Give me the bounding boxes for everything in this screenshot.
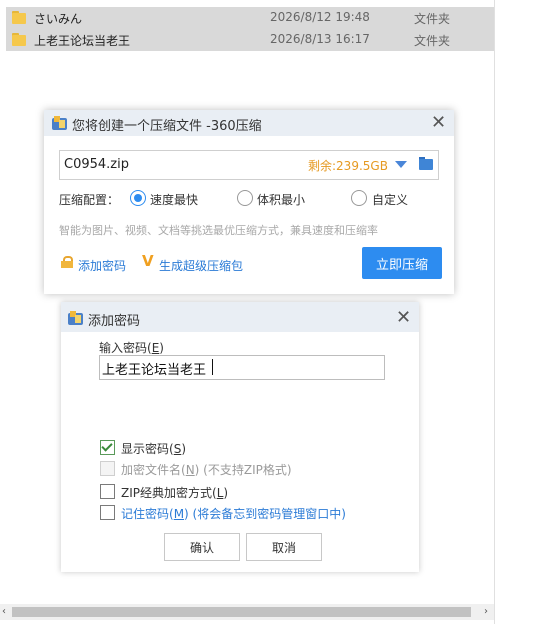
radio-custom[interactable] [351,190,367,206]
config-label: 压缩配置： [59,193,120,207]
dropdown-icon[interactable] [395,161,407,168]
archive-app-icon [68,311,83,325]
super-archive-link[interactable]: 生成超级压缩包 [159,257,243,274]
cancel-button[interactable]: 取消 [246,533,322,561]
radio-custom-label[interactable]: 自定义 [372,191,408,208]
folder-icon [12,33,26,46]
file-date: 2026/8/12 19:48 [270,10,370,24]
add-password-link[interactable]: 添加密码 [78,257,126,274]
close-icon[interactable]: ✕ [396,309,411,327]
radio-smallest[interactable] [237,190,253,206]
password-input[interactable]: 上老王论坛当老王 [99,355,385,380]
encrypt-filenames-label: 加密文件名(N) (不支持ZIP格式) [121,463,292,477]
horizontal-scrollbar[interactable]: ‹ › [0,604,494,620]
remember-password-label[interactable]: 记住密码(M) (将会备忘到密码管理窗口中) [121,505,346,522]
free-space-label: 剩余:239.5GB [308,159,388,173]
password-dialog-title: 添加密码 [88,314,141,329]
file-type: 文件夹 [414,12,451,26]
zip-classic-label[interactable]: ZIP经典加密方式(L) [121,484,228,501]
remember-password-checkbox[interactable] [100,505,115,520]
password-dialog: 添加密码 ✕ 输入密码(E) 上老王论坛当老王 显示密码(S) 加密文件名(N)… [61,302,419,572]
archive-filename[interactable]: C0954.zip [64,157,129,172]
compress-dialog-title: 您将创建一个压缩文件 -360压缩 [72,119,262,134]
file-row[interactable]: 上老王论坛当老王 2026/8/13 16:17 文件夹 [6,29,494,51]
text-cursor [212,359,213,375]
radio-fastest-label[interactable]: 速度最快 [150,191,198,208]
archive-path-field[interactable]: C0954.zip 剩余:239.5GB [59,150,439,180]
compress-hint: 智能为图片、视频、文档等挑选最优压缩方式，兼具速度和压缩率 [59,224,378,237]
password-dialog-titlebar[interactable]: 添加密码 ✕ [61,302,419,332]
compress-now-button[interactable]: 立即压缩 [362,247,442,279]
password-input-label: 输入密码(E) [99,341,164,355]
vip-v-icon: V [142,252,154,270]
folder-icon [12,11,26,24]
lock-icon [61,256,73,268]
ok-button[interactable]: 确认 [164,533,240,561]
encrypt-filenames-checkbox [100,461,115,476]
file-name: 上老王论坛当老王 [34,34,131,48]
file-name: さいみん [34,12,83,26]
scroll-left-icon[interactable]: ‹ [2,606,6,617]
show-password-label[interactable]: 显示密码(S) [121,440,186,457]
close-icon[interactable]: ✕ [431,114,446,132]
zip-classic-checkbox[interactable] [100,484,115,499]
show-password-checkbox[interactable] [100,440,115,455]
file-row[interactable]: さいみん 2026/8/12 19:48 文件夹 [6,7,494,29]
pane-divider [494,0,495,624]
radio-fastest[interactable] [130,190,146,206]
file-type: 文件夹 [414,34,451,48]
scrollbar-thumb[interactable] [12,607,471,617]
compress-dialog-titlebar[interactable]: 您将创建一个压缩文件 -360压缩 ✕ [44,110,454,136]
scroll-right-icon[interactable]: › [484,606,488,617]
browse-folder-icon[interactable] [419,157,433,170]
file-date: 2026/8/13 16:17 [270,32,370,46]
password-value: 上老王论坛当老王 [102,363,207,378]
archive-app-icon [52,116,67,130]
compress-dialog: 您将创建一个压缩文件 -360压缩 ✕ C0954.zip 剩余:239.5GB… [44,110,454,294]
radio-smallest-label[interactable]: 体积最小 [257,191,305,208]
